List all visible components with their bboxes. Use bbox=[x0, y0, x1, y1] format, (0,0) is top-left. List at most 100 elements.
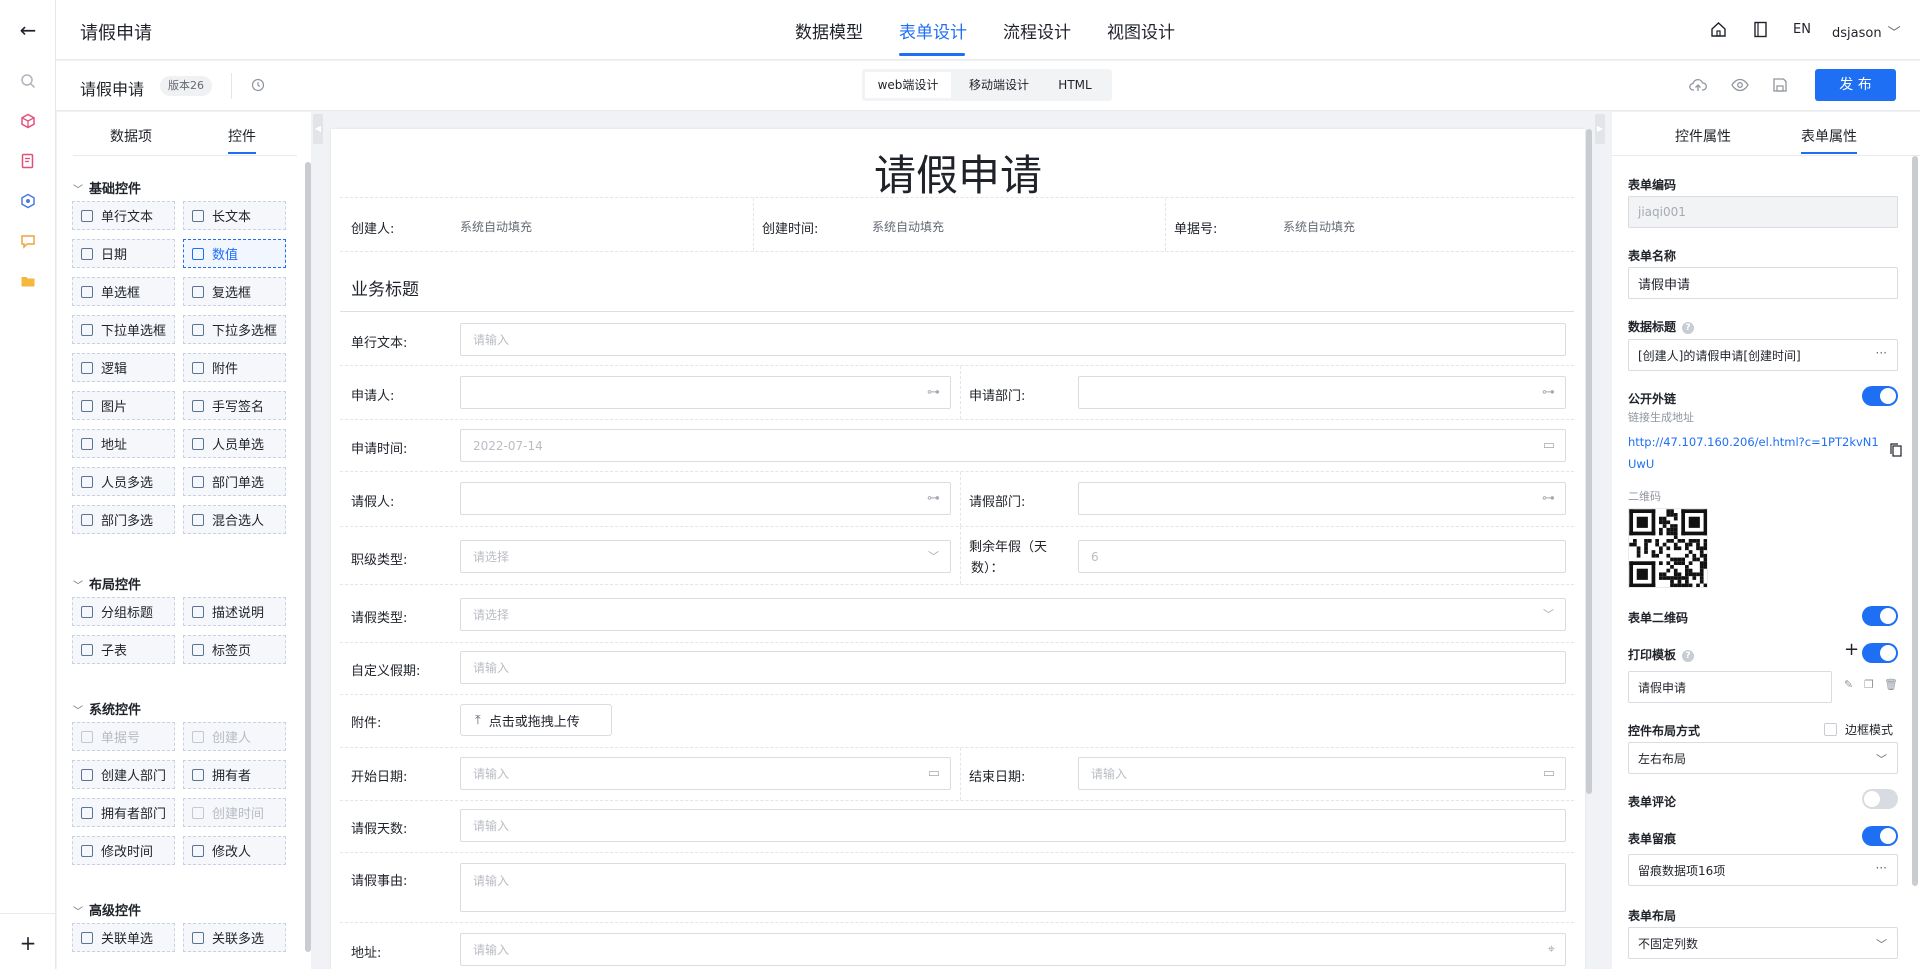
start-date-input[interactable]: 请输入 ▭ bbox=[460, 757, 951, 790]
clock-icon[interactable] bbox=[251, 78, 265, 96]
control-item[interactable]: 修改时间 bbox=[72, 836, 175, 865]
data-title-input[interactable]: [创建人]的请假申请[创建时间] ··· bbox=[1628, 339, 1898, 371]
custom-period-input[interactable]: 请输入 bbox=[460, 651, 1566, 684]
org-chart-icon[interactable]: ⊶ bbox=[1542, 491, 1555, 506]
control-item[interactable]: 数值 bbox=[183, 239, 286, 268]
tab-form-props[interactable]: 表单属性 bbox=[1801, 126, 1857, 146]
public-link-toggle[interactable] bbox=[1862, 386, 1898, 406]
calendar-icon[interactable]: ▭ bbox=[1543, 766, 1555, 781]
calendar-icon[interactable]: ▭ bbox=[928, 766, 940, 781]
add-template-icon[interactable]: + bbox=[1844, 639, 1859, 660]
control-item[interactable]: 手写签名 bbox=[183, 391, 286, 420]
more-icon[interactable]: ··· bbox=[1876, 346, 1887, 360]
publish-button[interactable]: 发 布 bbox=[1815, 69, 1896, 101]
control-item[interactable]: 描述说明 bbox=[183, 597, 286, 626]
applicant-input[interactable]: ⊶ bbox=[460, 376, 951, 409]
calendar-icon[interactable]: ▭ bbox=[1543, 438, 1555, 453]
collapse-left-handle[interactable]: ◀ bbox=[313, 114, 323, 144]
single-text-input[interactable]: 请输入 bbox=[460, 323, 1566, 356]
control-item[interactable]: 修改人 bbox=[183, 836, 286, 865]
tab-view-design[interactable]: 视图设计 bbox=[1107, 18, 1175, 43]
copy-icon[interactable] bbox=[1890, 443, 1902, 461]
section-header[interactable]: ﹀ 系统控件 bbox=[73, 699, 141, 718]
collapse-right-handle[interactable]: ▶ bbox=[1595, 114, 1605, 144]
mode-web[interactable]: web端设计 bbox=[865, 72, 951, 98]
user-menu[interactable]: dsjason ﹀ bbox=[1832, 22, 1901, 41]
eye-icon[interactable] bbox=[1731, 78, 1749, 96]
control-item[interactable]: 下拉多选框 bbox=[183, 315, 286, 344]
control-item[interactable]: 附件 bbox=[183, 353, 286, 382]
folder-icon[interactable] bbox=[16, 269, 40, 293]
control-item[interactable]: 创建人 bbox=[183, 722, 286, 751]
cube-icon[interactable] bbox=[16, 109, 40, 133]
tab-form-design[interactable]: 表单设计 bbox=[899, 18, 967, 43]
book-icon[interactable] bbox=[1753, 21, 1768, 42]
control-item[interactable]: 单选框 bbox=[72, 277, 175, 306]
control-item[interactable]: 长文本 bbox=[183, 201, 286, 230]
help-icon[interactable]: ? bbox=[1682, 650, 1695, 662]
control-item[interactable]: 逻辑 bbox=[72, 353, 175, 382]
save-icon[interactable] bbox=[1772, 77, 1788, 97]
copy-icon[interactable]: ❐ bbox=[1864, 678, 1874, 691]
model-icon[interactable] bbox=[16, 189, 40, 213]
section-header[interactable]: ﹀ 高级控件 bbox=[73, 900, 141, 919]
upload-button[interactable]: ⤒ 点击或拖拽上传 bbox=[460, 704, 612, 736]
control-item[interactable]: 单行文本 bbox=[72, 201, 175, 230]
section-header[interactable]: ﹀ 布局控件 bbox=[73, 574, 141, 593]
border-mode-checkbox[interactable] bbox=[1824, 723, 1837, 736]
form-qr-toggle[interactable] bbox=[1862, 606, 1898, 626]
control-item[interactable]: 混合选人 bbox=[183, 505, 286, 534]
version-badge[interactable]: 版本26 bbox=[160, 76, 212, 96]
control-item[interactable]: 复选框 bbox=[183, 277, 286, 306]
tab-data-model[interactable]: 数据模型 bbox=[795, 18, 863, 43]
tab-control-props[interactable]: 控件属性 bbox=[1675, 126, 1731, 146]
tab-flow-design[interactable]: 流程设计 bbox=[1003, 18, 1071, 43]
mode-mobile[interactable]: 移动端设计 bbox=[957, 72, 1041, 98]
cloud-upload-icon[interactable] bbox=[1689, 77, 1707, 97]
section-header[interactable]: ﹀ 基础控件 bbox=[73, 178, 141, 197]
print-template-input[interactable]: 请假申请 bbox=[1628, 671, 1832, 703]
help-icon[interactable]: ? bbox=[1682, 322, 1695, 334]
control-item[interactable]: 下拉单选框 bbox=[72, 315, 175, 344]
form-name-input[interactable]: 请假申请 bbox=[1628, 267, 1898, 299]
leave-type-select[interactable]: 请选择 bbox=[460, 598, 1566, 631]
tab-data-items[interactable]: 数据项 bbox=[110, 126, 152, 146]
leave-dept-input[interactable]: ⊶ bbox=[1078, 482, 1566, 515]
property-scrollbar[interactable] bbox=[1912, 156, 1918, 886]
trash-icon[interactable]: 🗑 bbox=[1884, 678, 1898, 691]
rank-type-select[interactable]: 请选择 bbox=[460, 540, 951, 573]
control-item[interactable]: 创建人部门 bbox=[72, 760, 175, 789]
language-switch[interactable]: EN bbox=[1793, 22, 1811, 37]
comment-toggle[interactable] bbox=[1862, 789, 1898, 809]
form-layout-select[interactable]: 不固定列数 ﹀ bbox=[1628, 927, 1898, 959]
control-item[interactable]: 关联单选 bbox=[72, 923, 175, 952]
leave-person-input[interactable]: ⊶ bbox=[460, 482, 951, 515]
trace-input[interactable]: 留痕数据项16项 ··· bbox=[1628, 854, 1898, 886]
plus-icon[interactable]: + bbox=[16, 931, 40, 955]
public-link-url[interactable]: http://47.107.160.206/el.html?c=1PT2kvN1… bbox=[1628, 431, 1879, 475]
control-item[interactable]: 分组标题 bbox=[72, 597, 175, 626]
end-date-input[interactable]: 请输入 ▭ bbox=[1078, 757, 1566, 790]
comment-icon[interactable] bbox=[16, 229, 40, 253]
search-icon[interactable] bbox=[16, 69, 40, 93]
control-item[interactable]: 单据号 bbox=[72, 722, 175, 751]
days-input[interactable]: 请输入 bbox=[460, 809, 1566, 842]
layout-select[interactable]: 左右布局 ﹀ bbox=[1628, 742, 1898, 774]
control-item[interactable]: 人员多选 bbox=[72, 467, 175, 496]
control-item[interactable]: 拥有者部门 bbox=[72, 798, 175, 827]
org-chart-icon[interactable]: ⊶ bbox=[927, 491, 940, 506]
palette-scrollbar[interactable] bbox=[305, 162, 311, 952]
control-item[interactable]: 人员单选 bbox=[183, 429, 286, 458]
reason-textarea[interactable]: 请输入 bbox=[460, 863, 1566, 912]
canvas-scrollbar[interactable] bbox=[1586, 129, 1592, 794]
control-item[interactable]: 关联多选 bbox=[183, 923, 286, 952]
more-icon[interactable]: ··· bbox=[1876, 861, 1887, 875]
arrow-left-icon[interactable]: ← bbox=[16, 18, 40, 42]
mode-html[interactable]: HTML bbox=[1045, 72, 1105, 98]
address-input[interactable]: 请输入 ⌖ bbox=[460, 933, 1566, 966]
control-item[interactable]: 地址 bbox=[72, 429, 175, 458]
control-item[interactable]: 日期 bbox=[72, 239, 175, 268]
control-item[interactable]: 创建时间 bbox=[183, 798, 286, 827]
home-icon[interactable] bbox=[1710, 21, 1727, 42]
control-item[interactable]: 部门多选 bbox=[72, 505, 175, 534]
